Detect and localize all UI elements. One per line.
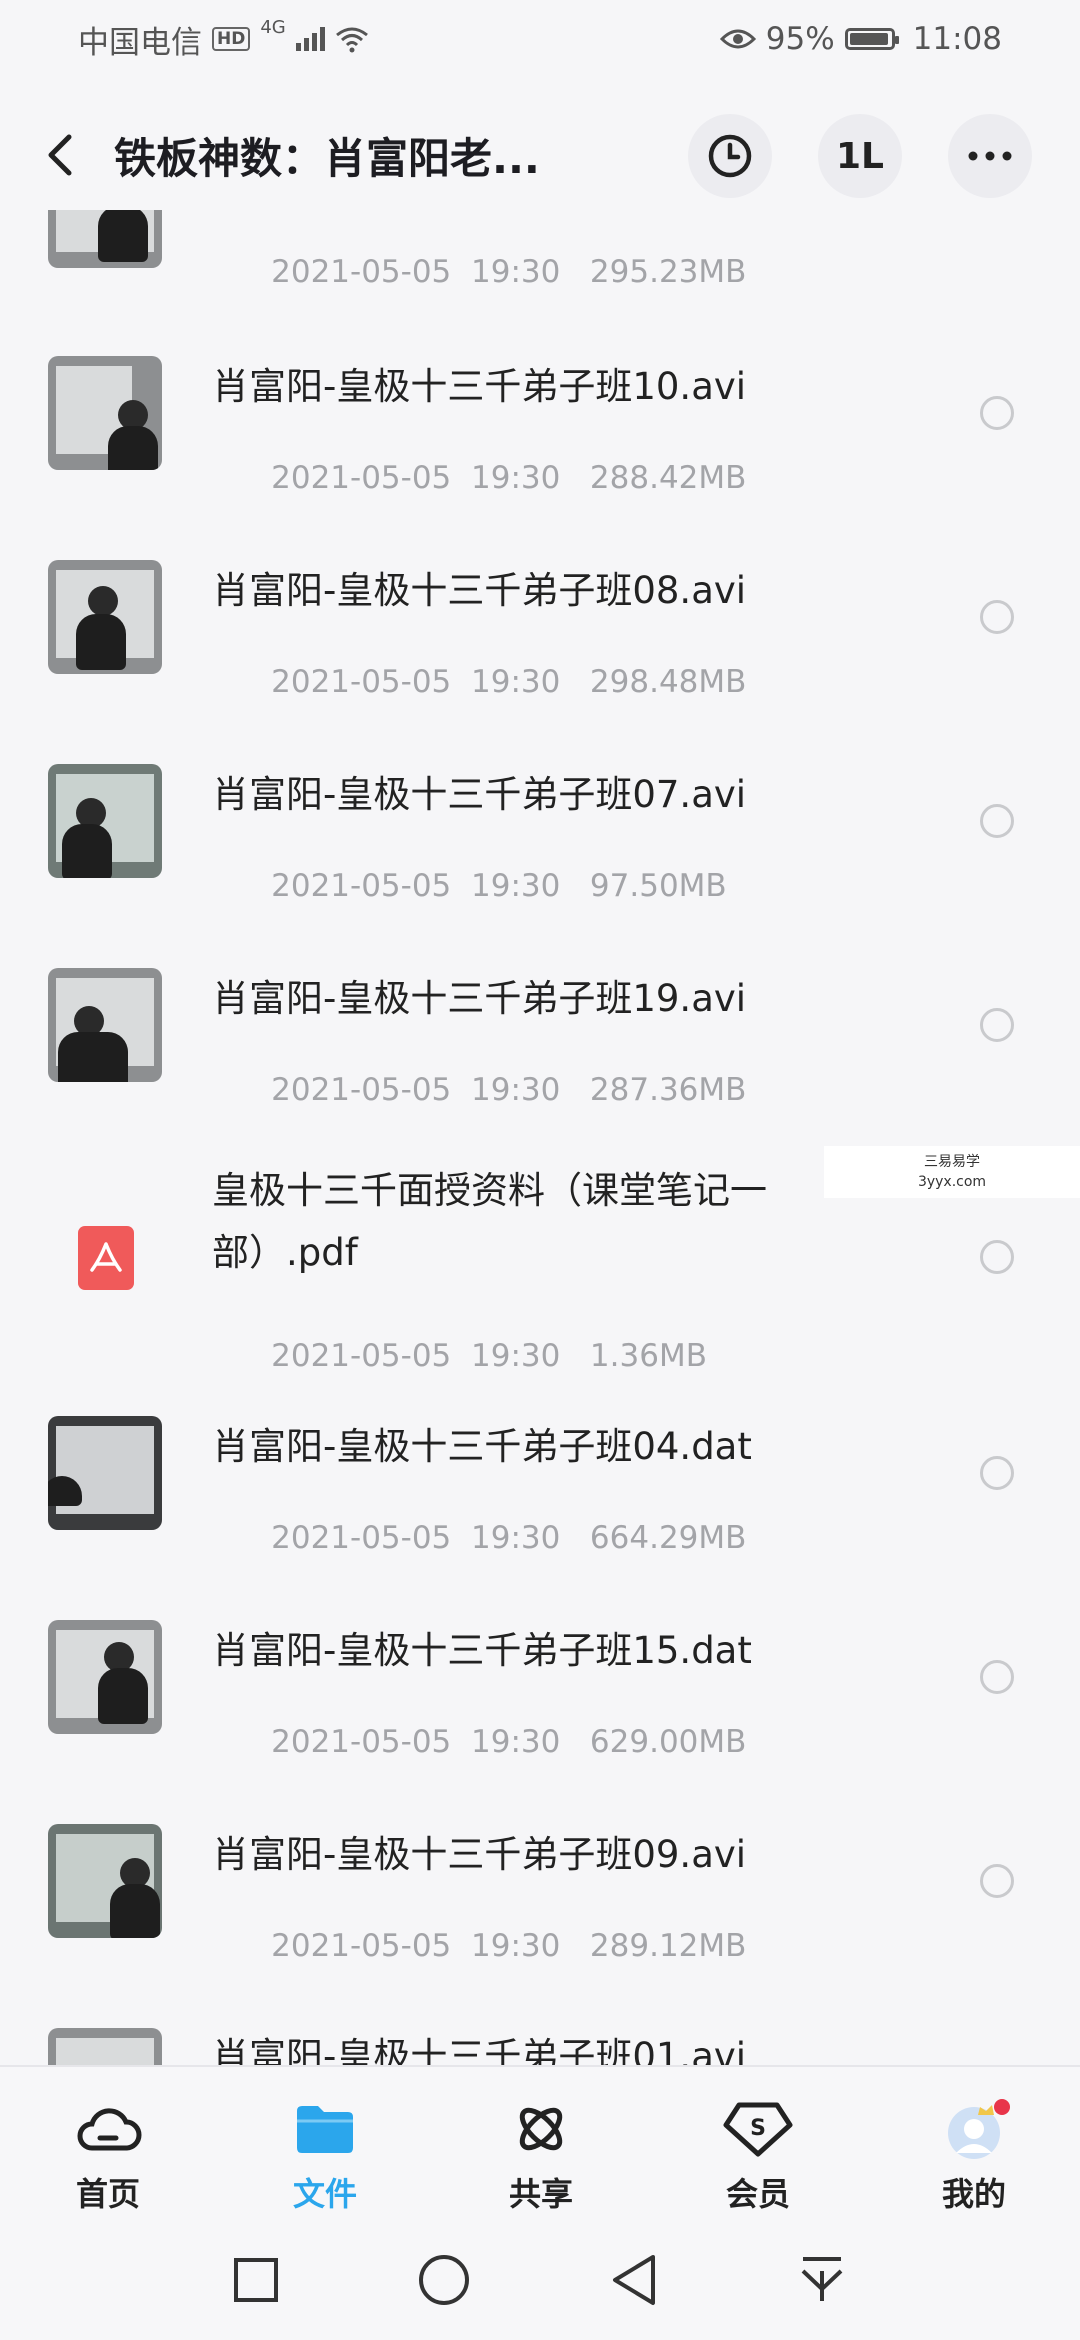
nav-label: 会员 xyxy=(725,2175,790,2213)
watermark: 三易易学 3yyx.com xyxy=(824,1146,1080,1198)
video-thumbnail xyxy=(48,356,162,470)
status-left: 中国电信 HD 4G xyxy=(78,17,369,62)
clock-icon xyxy=(708,134,752,178)
recents-button[interactable] xyxy=(226,2250,286,2310)
nav-files[interactable]: 文件 xyxy=(250,2099,400,2215)
folder-icon xyxy=(250,2099,400,2159)
nav-label: 我的 xyxy=(941,2175,1006,2213)
status-right: 95% 11:08 xyxy=(719,21,1002,57)
home-button[interactable] xyxy=(414,2250,474,2310)
file-meta: 2021-05-05 19:30 97.50MB xyxy=(271,868,727,904)
nav-vip[interactable]: S 会员 xyxy=(683,2099,833,2215)
file-meta: 2021-05-05 19:30 288.42MB xyxy=(271,460,747,496)
page-title: 铁板神数：肖富阳老... xyxy=(114,133,540,183)
select-radio[interactable] xyxy=(980,1240,1014,1274)
select-radio[interactable] xyxy=(980,804,1014,838)
system-nav-bar xyxy=(0,2220,1080,2340)
triangle-back-icon xyxy=(613,2255,655,2305)
file-list[interactable]: 2021-05-05 19:30 295.23MB 肖富阳-皇极十三千弟子班10… xyxy=(0,210,1080,2065)
file-meta: 2021-05-05 19:30 298.48MB xyxy=(271,664,747,700)
battery-icon xyxy=(844,28,899,50)
video-thumbnail xyxy=(48,1824,162,1938)
back-icon[interactable] xyxy=(30,125,90,185)
avatar-icon xyxy=(899,2099,1049,2159)
sort-icon: 1L xyxy=(836,135,884,177)
video-thumbnail xyxy=(48,1416,162,1530)
history-button[interactable] xyxy=(688,114,772,198)
svg-text:S: S xyxy=(750,2116,766,2141)
select-radio[interactable] xyxy=(980,1660,1014,1694)
video-thumbnail xyxy=(48,968,162,1082)
circle-icon xyxy=(419,2255,469,2305)
more-button[interactable] xyxy=(948,114,1032,198)
nav-share[interactable]: 共享 xyxy=(466,2099,616,2215)
status-bar: 中国电信 HD 4G 95% 11:08 xyxy=(0,0,1080,78)
file-name: 肖富阳-皇极十三千弟子班08.avi xyxy=(212,569,747,612)
file-meta: 2021-05-05 19:30 629.00MB xyxy=(271,1724,747,1760)
back-button[interactable] xyxy=(604,2250,664,2310)
vip-icon: S xyxy=(683,2099,833,2159)
video-thumbnail xyxy=(48,764,162,878)
file-meta: 2021-05-05 19:30 1.36MB xyxy=(271,1338,707,1374)
nav-label: 首页 xyxy=(75,2175,140,2213)
nav-label: 共享 xyxy=(508,2175,573,2213)
video-thumbnail xyxy=(48,1620,162,1734)
chevron-down-icon xyxy=(801,2257,843,2301)
clock: 11:08 xyxy=(912,21,1002,57)
select-radio[interactable] xyxy=(980,600,1014,634)
battery-percent: 95% xyxy=(765,21,835,57)
file-name: 肖富阳-皇极十三千弟子班10.avi xyxy=(212,365,747,408)
file-name: 肖富阳-皇极十三千弟子班09.avi xyxy=(212,1833,747,1876)
header: 铁板神数：肖富阳老... 1L xyxy=(0,100,1080,210)
share-icon xyxy=(466,2099,616,2159)
video-thumbnail xyxy=(48,2028,162,2065)
file-meta: 2021-05-05 19:30 289.12MB xyxy=(271,1928,747,1964)
square-icon xyxy=(234,2258,278,2302)
cloud-icon xyxy=(33,2099,183,2159)
video-thumbnail xyxy=(48,560,162,674)
network-label: 4G xyxy=(260,16,286,38)
eye-icon xyxy=(719,29,756,49)
watermark-line1: 三易易学 xyxy=(924,1154,980,1170)
dropdown-button[interactable] xyxy=(792,2250,852,2310)
select-radio[interactable] xyxy=(980,396,1014,430)
sort-button[interactable]: 1L xyxy=(818,114,902,198)
video-thumbnail xyxy=(48,210,162,268)
select-radio[interactable] xyxy=(980,1008,1014,1042)
file-meta: 2021-05-05 19:30 287.36MB xyxy=(271,1072,747,1108)
signal-icon xyxy=(295,27,325,51)
file-name: 皇极十三千面授资料（课堂笔记一部）.pdf xyxy=(212,1169,767,1274)
file-name: 肖富阳-皇极十三千弟子班07.avi xyxy=(212,773,747,816)
nav-home[interactable]: 首页 xyxy=(33,2099,183,2215)
nav-label: 文件 xyxy=(292,2175,357,2213)
pdf-icon xyxy=(78,1226,134,1290)
watermark-line2: 3yyx.com xyxy=(917,1174,987,1190)
file-name: 肖富阳-皇极十三千弟子班04.dat xyxy=(212,1425,752,1468)
file-name: 肖富阳-皇极十三千弟子班19.avi xyxy=(212,977,747,1020)
file-meta: 2021-05-05 19:30 664.29MB xyxy=(271,1520,747,1556)
hd-badge: HD xyxy=(212,27,251,51)
carrier-label: 中国电信 xyxy=(78,24,202,61)
file-name: 肖富阳-皇极十三千弟子班01.avi xyxy=(212,2035,747,2065)
bottom-nav: 首页 文件 共享 S 会员 我的 xyxy=(0,2065,1080,2220)
nav-me[interactable]: 我的 xyxy=(899,2099,1049,2215)
file-name: 肖富阳-皇极十三千弟子班15.dat xyxy=(212,1629,752,1672)
select-radio[interactable] xyxy=(980,1456,1014,1490)
wifi-icon xyxy=(335,27,368,53)
file-meta: 2021-05-05 19:30 295.23MB xyxy=(271,254,747,290)
select-radio[interactable] xyxy=(980,1864,1014,1898)
more-icon xyxy=(968,151,1012,161)
